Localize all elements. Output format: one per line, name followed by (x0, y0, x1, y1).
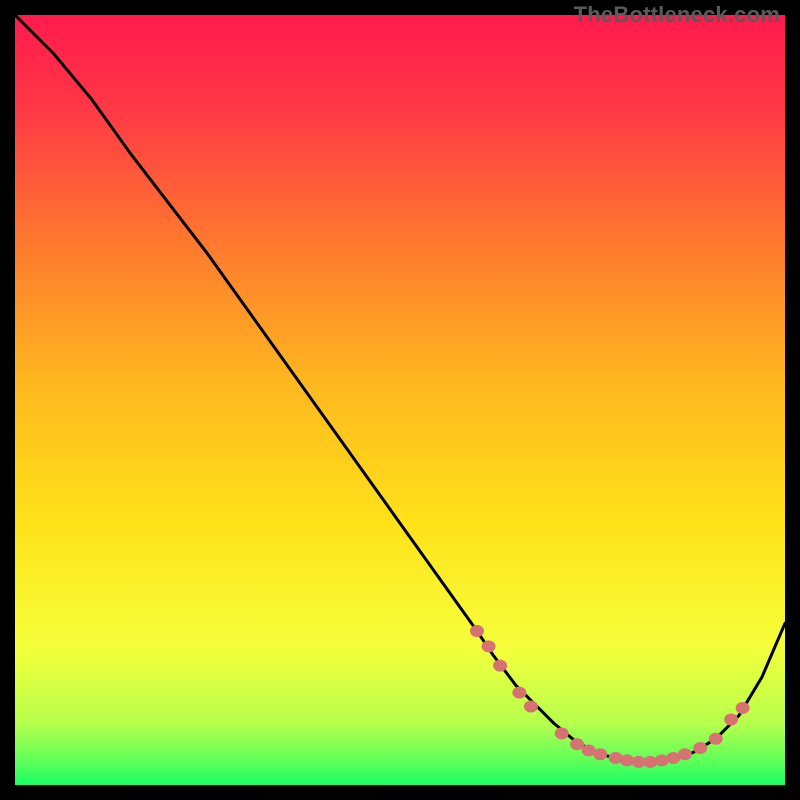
highlight-point (512, 687, 526, 699)
highlight-point (709, 733, 723, 745)
highlight-point (693, 742, 707, 754)
highlight-point (736, 702, 750, 714)
highlight-point (470, 625, 484, 637)
highlight-point (493, 660, 507, 672)
highlight-point (482, 640, 496, 652)
chart-frame (15, 15, 785, 785)
highlight-point (724, 714, 738, 726)
highlight-point (555, 727, 569, 739)
gradient-background (15, 15, 785, 785)
watermark-text: TheBottleneck.com (574, 2, 780, 28)
bottleneck-chart (15, 15, 785, 785)
highlight-point (609, 752, 623, 764)
highlight-point (570, 738, 584, 750)
highlight-point (678, 748, 692, 760)
highlight-point (655, 754, 669, 766)
highlight-point (524, 700, 538, 712)
highlight-point (593, 748, 607, 760)
